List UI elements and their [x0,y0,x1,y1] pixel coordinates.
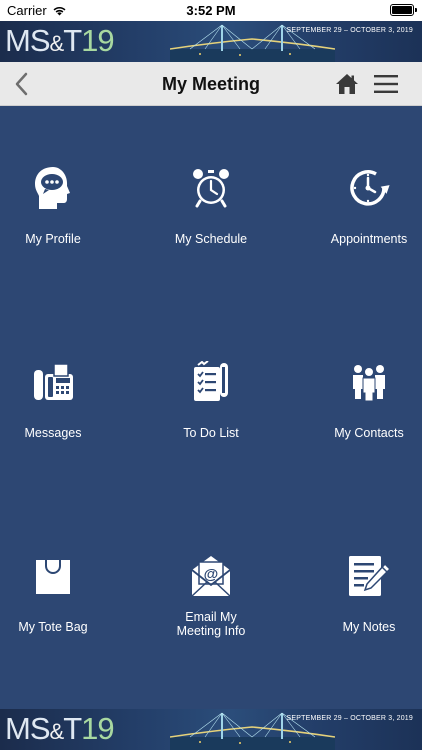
tile-label: My Contacts [334,426,404,440]
profile-head-icon [31,166,75,210]
tile-label: Appointments [330,232,408,246]
banner-dates: SEPTEMBER 29 – OCTOBER 3, 2019 [286,27,413,34]
tile-label: My Notes [342,620,396,634]
tile-my-profile[interactable]: My Profile [0,166,123,246]
email-at-icon: @ [189,554,233,598]
tile-label: My Tote Bag [18,620,88,634]
navigation-bar: My Meeting [0,62,422,106]
tile-label: Messages [24,426,82,440]
tile-my-notes[interactable]: My Notes [299,554,422,634]
battery-icon [390,4,417,16]
alarm-clock-icon [189,166,233,210]
conference-banner-bottom: MS&T19 SEPTEMBER 29 – OCTOBER 3, 2019 [0,709,422,750]
tile-to-do-list[interactable]: To Do List [141,360,281,440]
status-bar: Carrier 3:52 PM [0,0,422,21]
home-icon[interactable] [335,72,359,96]
clock-arrow-icon [347,166,391,210]
tile-my-contacts[interactable]: My Contacts [299,360,422,440]
tile-email-my-meeting-info[interactable]: @ Email My Meeting Info [141,554,281,638]
notepad-pencil-icon [347,554,391,598]
tile-messages[interactable]: Messages [0,360,123,440]
tile-appointments[interactable]: Appointments [299,166,422,246]
checklist-icon [189,360,233,404]
conference-banner-top: MS&T19 SEPTEMBER 29 – OCTOBER 3, 2019 [0,21,422,62]
tile-label: To Do List [183,426,239,440]
people-group-icon [347,360,391,404]
tile-my-schedule[interactable]: My Schedule [141,166,281,246]
hamburger-menu-icon[interactable] [374,74,398,94]
tile-label: Email My Meeting Info [176,610,246,638]
tile-label: My Schedule [174,232,248,246]
banner-logo: MS&T19 [5,23,115,58]
status-time: 3:52 PM [186,3,236,18]
banner-logo: MS&T19 [5,711,115,746]
tote-bag-icon [31,554,75,598]
fax-phone-icon [31,360,75,404]
my-meeting-grid: My Profile My Schedule Appointments Mess… [0,106,422,709]
banner-dates: SEPTEMBER 29 – OCTOBER 3, 2019 [286,715,413,722]
tile-label: My Profile [25,232,81,246]
tile-my-tote-bag[interactable]: My Tote Bag [0,554,123,634]
